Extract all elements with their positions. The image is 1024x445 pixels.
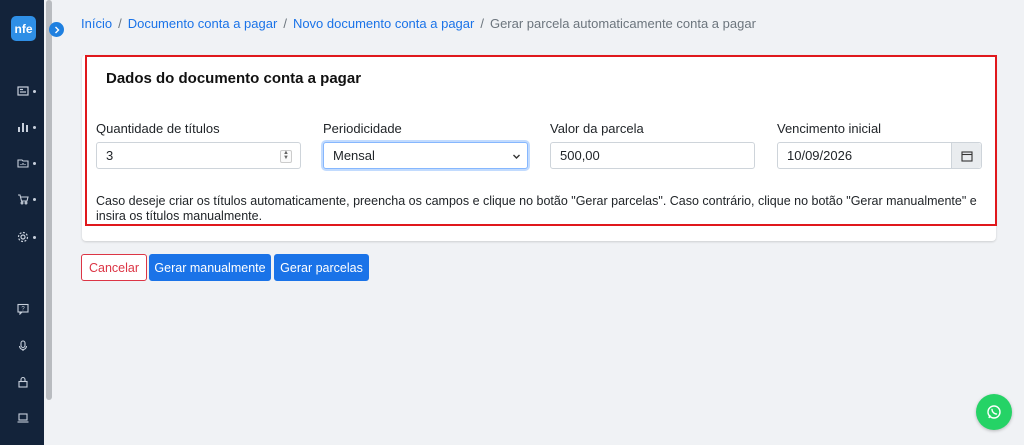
periodicidade-value: Mensal xyxy=(333,148,375,163)
calendar-icon xyxy=(960,150,973,162)
breadcrumb-current: Gerar parcela automaticamente conta a pa… xyxy=(489,16,756,31)
valor-label: Valor da parcela xyxy=(550,121,644,136)
quantidade-label: Quantidade de títulos xyxy=(96,121,220,136)
laptop-icon[interactable] xyxy=(17,412,29,424)
app-logo[interactable]: nfe xyxy=(11,16,36,41)
help-text: Caso deseje criar os títulos automaticam… xyxy=(96,194,977,223)
microphone-icon[interactable] xyxy=(17,340,29,352)
cart-icon[interactable] xyxy=(17,193,29,205)
sidebar-dot xyxy=(33,162,36,165)
help-chat-icon[interactable]: ? xyxy=(17,303,29,315)
breadcrumb-separator: / xyxy=(480,16,484,31)
quantidade-input[interactable]: 3 ▲ ▼ xyxy=(96,142,301,169)
cancel-button[interactable]: Cancelar xyxy=(81,254,147,281)
sidebar-toggle-button[interactable] xyxy=(49,22,64,37)
form-title: Dados do documento conta a pagar xyxy=(106,70,362,87)
number-stepper[interactable]: ▲ ▼ xyxy=(280,150,292,163)
breadcrumb-link-novo-documento[interactable]: Novo documento conta a pagar xyxy=(293,16,474,31)
vencimento-value: 10/09/2026 xyxy=(787,148,853,163)
lock-icon[interactable] xyxy=(17,376,29,388)
gear-icon[interactable] xyxy=(17,231,29,243)
vencimento-input[interactable]: 10/09/2026 xyxy=(777,142,982,169)
breadcrumb-link-inicio[interactable]: Início xyxy=(81,16,112,31)
svg-text:?: ? xyxy=(21,306,25,312)
breadcrumb-separator: / xyxy=(118,16,122,31)
page-scrollbar[interactable] xyxy=(46,0,52,400)
chevron-right-icon xyxy=(54,26,59,33)
vencimento-label: Vencimento inicial xyxy=(777,121,882,136)
whatsapp-button[interactable] xyxy=(976,394,1012,430)
sidebar-dot xyxy=(33,198,36,201)
quantidade-value: 3 xyxy=(106,148,114,163)
chevron-down-icon xyxy=(513,154,520,159)
breadcrumb: Início / Documento conta a pagar / Novo docu… xyxy=(81,16,756,31)
bar-chart-icon[interactable] xyxy=(17,121,29,133)
gerar-manualmente-button[interactable]: Gerar manualmente xyxy=(149,254,271,281)
gerar-parcelas-button[interactable]: Gerar parcelas xyxy=(274,254,369,281)
sidebar-dot xyxy=(33,236,36,239)
valor-value: 500,00 xyxy=(560,148,600,163)
calendar-button[interactable] xyxy=(951,143,981,168)
valor-input[interactable]: 500,00 xyxy=(550,142,755,169)
periodicidade-label: Periodicidade xyxy=(323,121,402,136)
sidebar-dot xyxy=(33,126,36,129)
periodicidade-select[interactable]: Mensal xyxy=(323,142,528,169)
breadcrumb-link-documento[interactable]: Documento conta a pagar xyxy=(128,16,278,31)
whatsapp-icon xyxy=(987,405,1001,419)
sidebar-dot xyxy=(33,90,36,93)
folder-chart-icon[interactable] xyxy=(17,157,29,169)
newspaper-icon[interactable] xyxy=(17,85,29,97)
sidebar: nfe ? xyxy=(0,0,44,445)
breadcrumb-separator: / xyxy=(283,16,287,31)
